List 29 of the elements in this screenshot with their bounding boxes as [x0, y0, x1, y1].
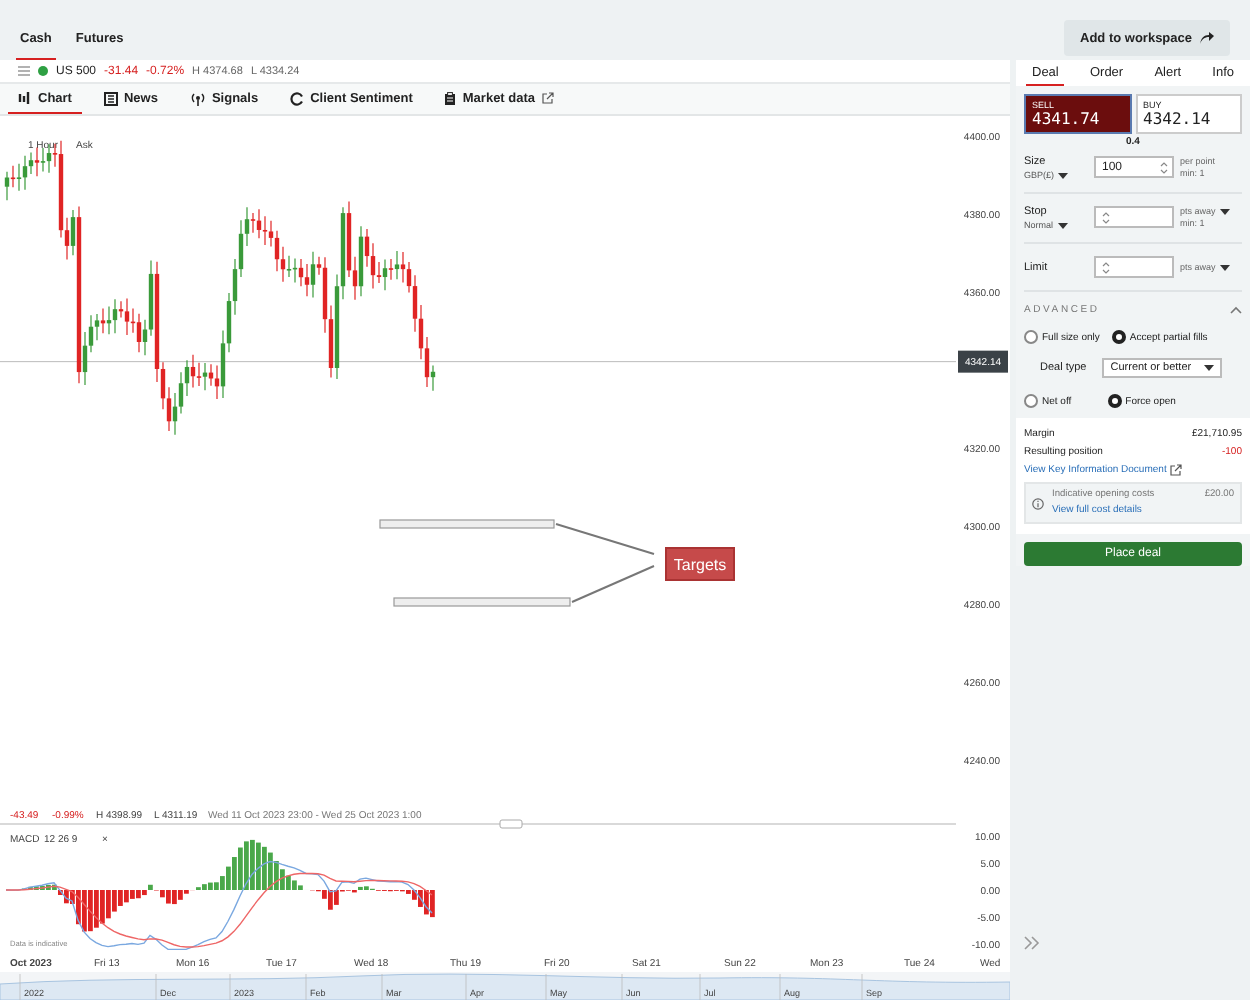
- stop-input[interactable]: [1094, 206, 1174, 228]
- clipboard-icon: [444, 91, 457, 105]
- signal-icon: [189, 91, 206, 105]
- expand-icon[interactable]: [1024, 936, 1040, 950]
- caret-icon: [1058, 171, 1069, 179]
- caret-icon: [1204, 364, 1215, 372]
- refresh-icon: [290, 91, 305, 105]
- pane-resize-handle[interactable]: [499, 819, 523, 829]
- radio-button[interactable]: [1111, 330, 1126, 344]
- share-arrow-icon: [1200, 32, 1214, 44]
- news-icon: [103, 91, 118, 105]
- caret-icon: [1219, 263, 1230, 271]
- stepper-icon[interactable]: [1102, 259, 1110, 275]
- stepper-icon[interactable]: [1160, 159, 1168, 175]
- menu-icon[interactable]: [18, 66, 30, 76]
- stepper-icon[interactable]: [1102, 209, 1110, 225]
- chevron-up-icon[interactable]: [1230, 306, 1242, 314]
- caret-icon: [1219, 207, 1230, 215]
- bar-chart-icon: [18, 92, 32, 104]
- external-link-icon: [1170, 464, 1183, 476]
- limit-input[interactable]: [1094, 256, 1174, 278]
- radio-button[interactable]: [1024, 330, 1038, 344]
- leader-line: [571, 565, 655, 603]
- radio-button[interactable]: [1024, 394, 1038, 408]
- leader-line: [555, 523, 655, 555]
- info-icon: [1032, 497, 1044, 509]
- radio-button[interactable]: [1107, 394, 1122, 408]
- annotation-label: Targets: [665, 547, 735, 581]
- caret-icon: [1057, 221, 1068, 229]
